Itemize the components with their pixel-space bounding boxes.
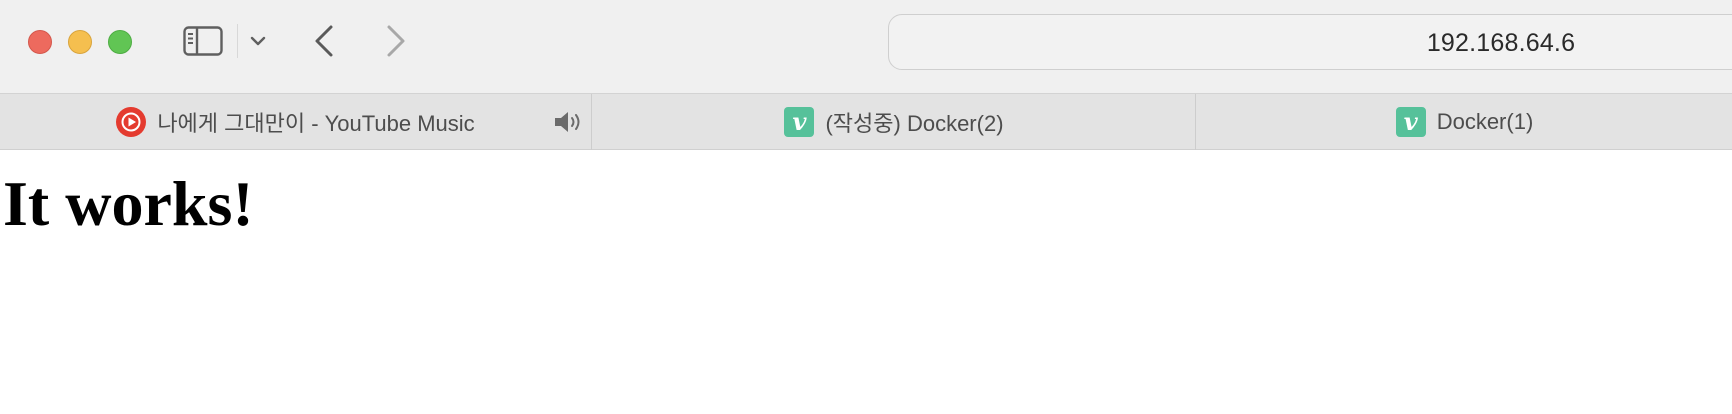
v-logo-icon: v — [784, 107, 815, 137]
page-content: It works! — [0, 150, 1732, 414]
chevron-down-icon — [250, 36, 266, 46]
close-icon[interactable] — [28, 30, 52, 54]
v-logo-icon: v — [1395, 107, 1426, 137]
page-heading: It works! — [3, 168, 254, 239]
tab-title: Docker(1) — [1436, 109, 1534, 134]
forward-button[interactable] — [380, 20, 412, 62]
tab-docker-1[interactable]: v Docker(1) — [1197, 94, 1732, 150]
back-arrow-icon — [315, 25, 333, 57]
forward-arrow-icon — [387, 25, 405, 57]
toolbar-divider — [237, 24, 238, 58]
address-text: 192.168.64.6 — [1426, 29, 1576, 57]
maximize-icon[interactable] — [108, 30, 132, 54]
sidebar-icon — [183, 26, 223, 56]
speaker-icon[interactable] — [552, 108, 584, 136]
youtube-music-icon — [116, 107, 147, 137]
browser-window: 192.168.64.6 나에게 그대만이 - YouTube Music v … — [0, 0, 1732, 414]
tab-group-menu-button[interactable] — [246, 28, 270, 54]
sidebar-toggle-button[interactable] — [180, 22, 226, 60]
browser-toolbar: 192.168.64.6 — [0, 0, 1732, 94]
tab-docker-2[interactable]: v (작성중) Docker(2) — [593, 94, 1196, 150]
tab-bar: 나에게 그대만이 - YouTube Music v (작성중) Docker(… — [0, 94, 1732, 150]
tab-title: 나에게 그대만이 - YouTube Music — [157, 111, 475, 136]
address-bar[interactable]: 192.168.64.6 — [888, 14, 1732, 70]
tab-youtube-music[interactable]: 나에게 그대만이 - YouTube Music — [0, 94, 592, 150]
tab-title: (작성중) Docker(2) — [825, 111, 1004, 136]
back-button[interactable] — [308, 20, 340, 62]
minimize-icon[interactable] — [68, 30, 92, 54]
